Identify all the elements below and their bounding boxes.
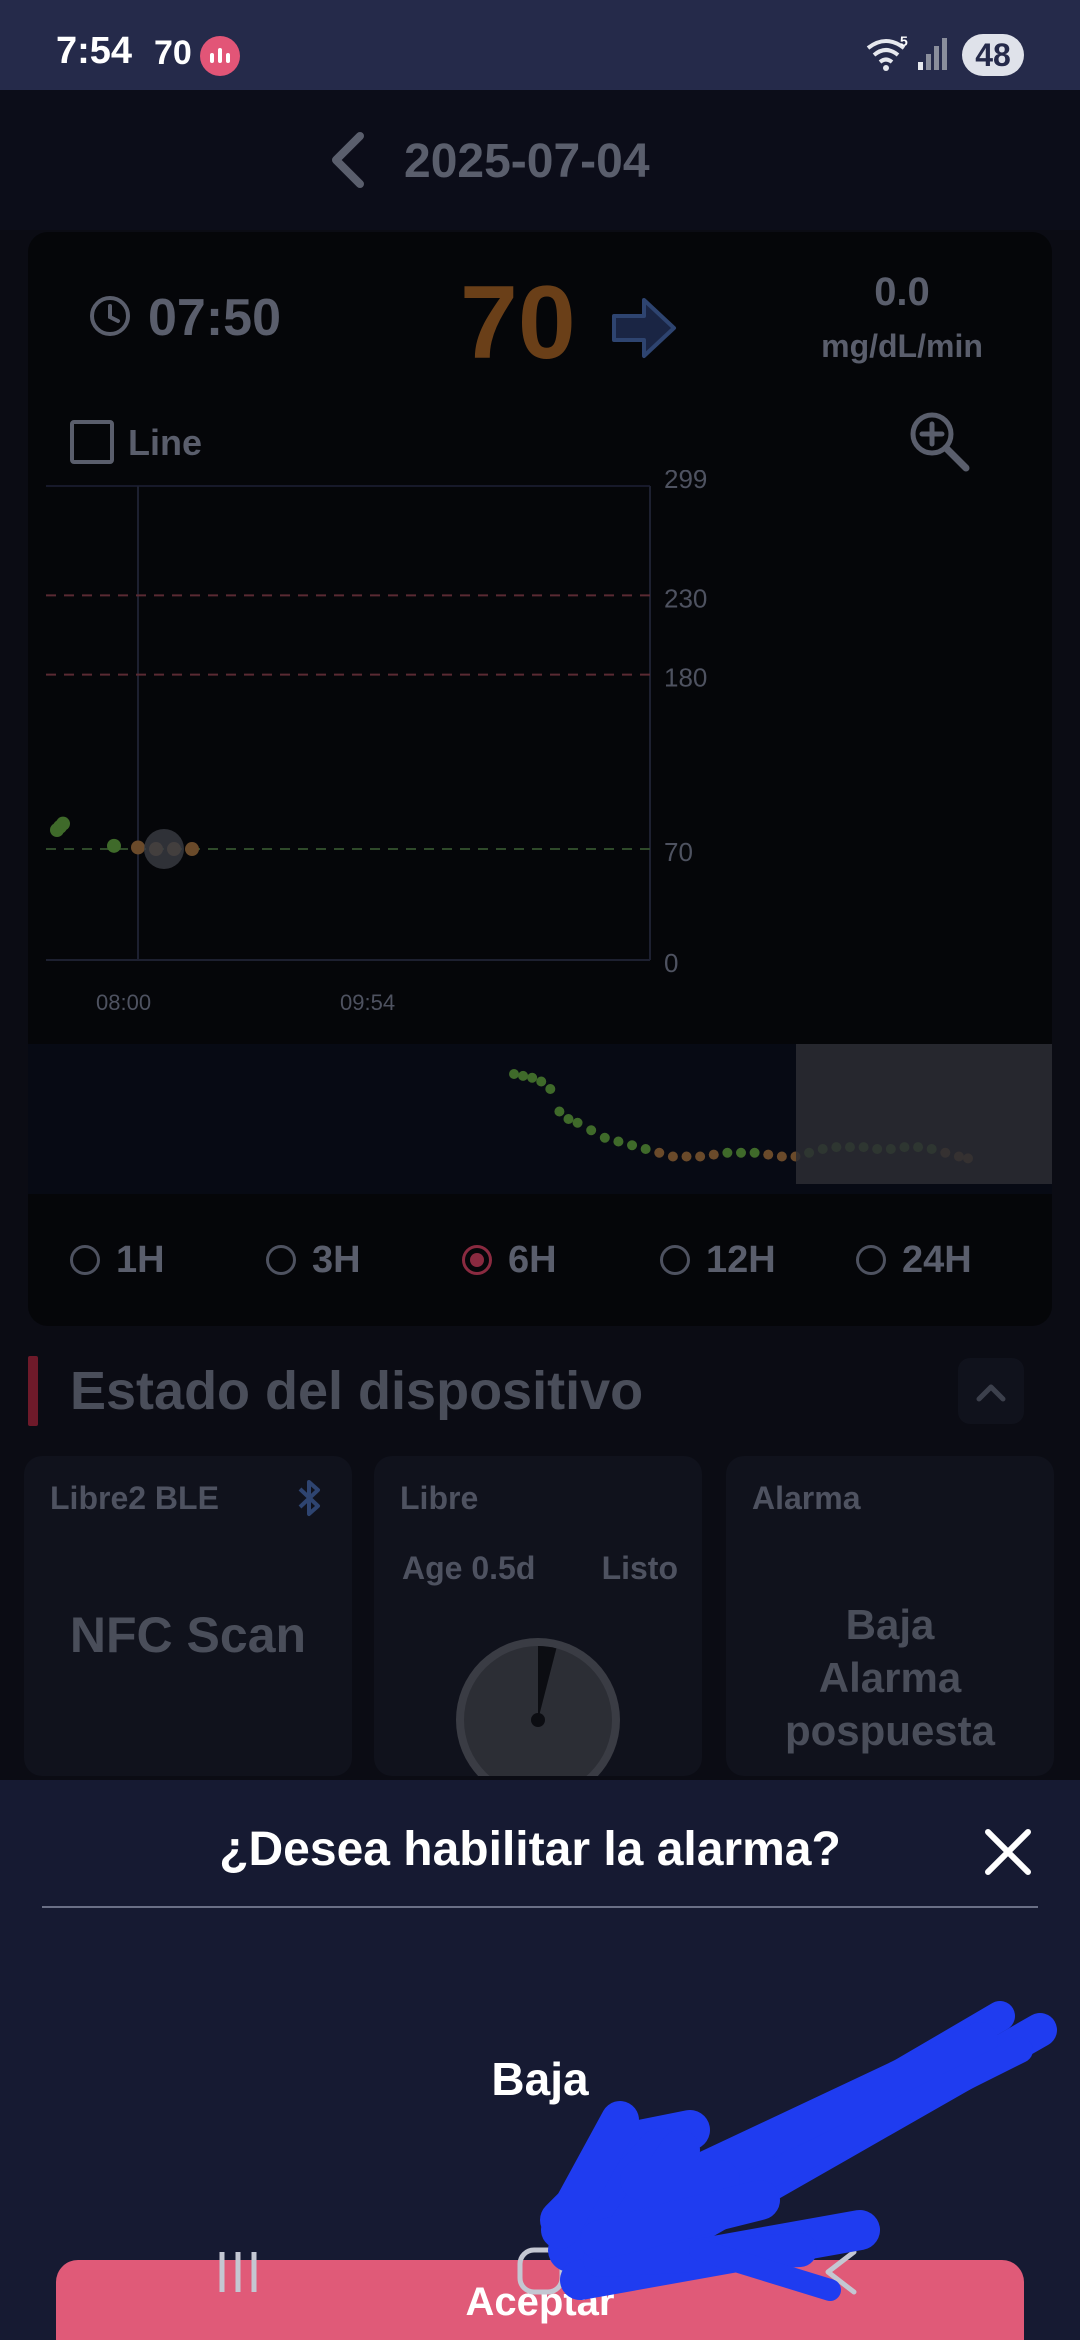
overview-point [667,1151,678,1162]
sensor-state: Listo [601,1550,678,1586]
collapse-button[interactable] [958,1358,1024,1424]
range-radio[interactable] [70,1245,100,1275]
rate-unit: mg/dL/min [821,328,983,364]
zoom-in-icon[interactable] [906,408,972,474]
dialog-title: ¿Desea habilitar la alarma? [219,1823,841,1876]
overview-point [749,1147,760,1158]
overview-point [554,1106,565,1117]
app-notification-icon [200,36,240,76]
line-label[interactable]: Line [128,422,202,464]
overview-point [545,1084,556,1094]
alarm-state-line: Alarma [818,1654,962,1701]
y-tick-label: 180 [664,663,707,693]
trend-arrow-right-icon [612,298,676,358]
overview-point [613,1136,624,1147]
signal-icon [918,38,947,70]
section-title: Estado del dispositivo [70,1361,644,1421]
sensor-dial [456,1638,620,1776]
close-icon[interactable] [982,1826,1034,1878]
range-radio[interactable] [660,1245,690,1275]
chevron-left-icon[interactable] [326,130,370,190]
range-radio[interactable] [266,1245,296,1275]
overview-point [536,1076,547,1087]
glucose-value: 70 [460,265,576,381]
data-point [185,842,199,857]
alarm-state-line: pospuesta [784,1707,996,1754]
y-tick-label: 70 [664,837,693,867]
battery-icon: 48 [962,34,1024,76]
range-radio[interactable] [856,1245,886,1275]
alarm-card[interactable]: Alarma Baja Alarma pospuesta [726,1456,1054,1776]
range-option-12h[interactable]: 12H [660,1230,776,1290]
overview-point [563,1114,574,1124]
y-tick-label: 299 [664,470,707,494]
range-label: 12H [706,1238,776,1281]
overview-point [681,1151,692,1162]
wifi-icon: 5 [866,34,908,71]
range-option-6h[interactable]: 6H [462,1230,557,1290]
alarm-state-line: Baja [845,1601,935,1648]
range-radio[interactable] [462,1245,492,1275]
time-range-selector: 1H 3H 6H 12H 24H [28,1230,1052,1290]
data-point [107,838,121,853]
dialog-alarm-type: Baja [491,2053,589,2105]
status-glucose-value: 70 [154,34,192,72]
x-tick-label: 09:54 [340,990,395,1015]
recents-icon[interactable] [214,2248,262,2296]
wifi-badge: 5 [900,34,908,49]
overview-point [599,1132,610,1143]
clock-icon [90,296,130,336]
overview-point [527,1072,538,1083]
back-icon[interactable] [818,2246,862,2298]
home-icon[interactable] [516,2246,566,2296]
overview-point [722,1147,733,1158]
data-point [131,840,145,855]
reading-time: 07:50 [148,289,281,347]
overview-point [586,1125,597,1136]
range-option-3h[interactable]: 3H [266,1230,361,1290]
alarm-state: Baja Alarma pospuesta [726,1598,1054,1757]
x-tick-label: 08:00 [96,990,151,1015]
sensor-card-title: Libre2 BLE [50,1480,219,1516]
nfc-scan-button[interactable]: NFC Scan [24,1606,352,1664]
overview-point [509,1069,519,1079]
rate-value: 0.0 [874,270,930,314]
overview-point [640,1144,651,1154]
status-time: 7:54 [56,30,133,72]
date-title[interactable]: 2025-07-04 [404,134,650,189]
overview-point [695,1151,706,1162]
glucose-main-chart[interactable]: 299 230 180 70 0 08:00 09:54 [28,470,1052,1030]
overview-point [776,1151,787,1162]
overview-point [518,1070,529,1081]
overview-selected-window [796,1044,1052,1184]
selected-point-marker [144,829,184,870]
alarm-card-title: Alarma [752,1480,861,1516]
range-label: 1H [116,1238,165,1281]
sensor-age: Age 0.5d [402,1550,536,1586]
y-tick-label: 0 [664,948,678,978]
range-label: 6H [508,1238,557,1281]
libre-card-title: Libre [400,1480,479,1516]
overview-point [763,1149,774,1160]
line-checkbox[interactable] [70,420,114,464]
overview-point [572,1117,583,1128]
overview-point [654,1147,665,1158]
dialog-divider [42,1906,1038,1908]
section-marker [28,1356,38,1426]
range-option-1h[interactable]: 1H [70,1230,165,1290]
sensor-card[interactable]: Libre2 BLE NFC Scan [24,1456,352,1776]
data-point [56,816,70,831]
overview-point [627,1140,638,1151]
libre-card[interactable]: Libre Age 0.5d Listo [374,1456,702,1776]
y-tick-label: 230 [664,583,707,613]
range-option-24h[interactable]: 24H [856,1230,972,1290]
overview-point [736,1147,746,1158]
overview-point [708,1149,719,1160]
range-label: 3H [312,1238,361,1281]
bluetooth-icon [298,1480,320,1516]
glucose-overview-chart[interactable] [28,1044,1052,1194]
range-label: 24H [902,1238,972,1281]
chevron-up-icon [976,1384,1006,1402]
